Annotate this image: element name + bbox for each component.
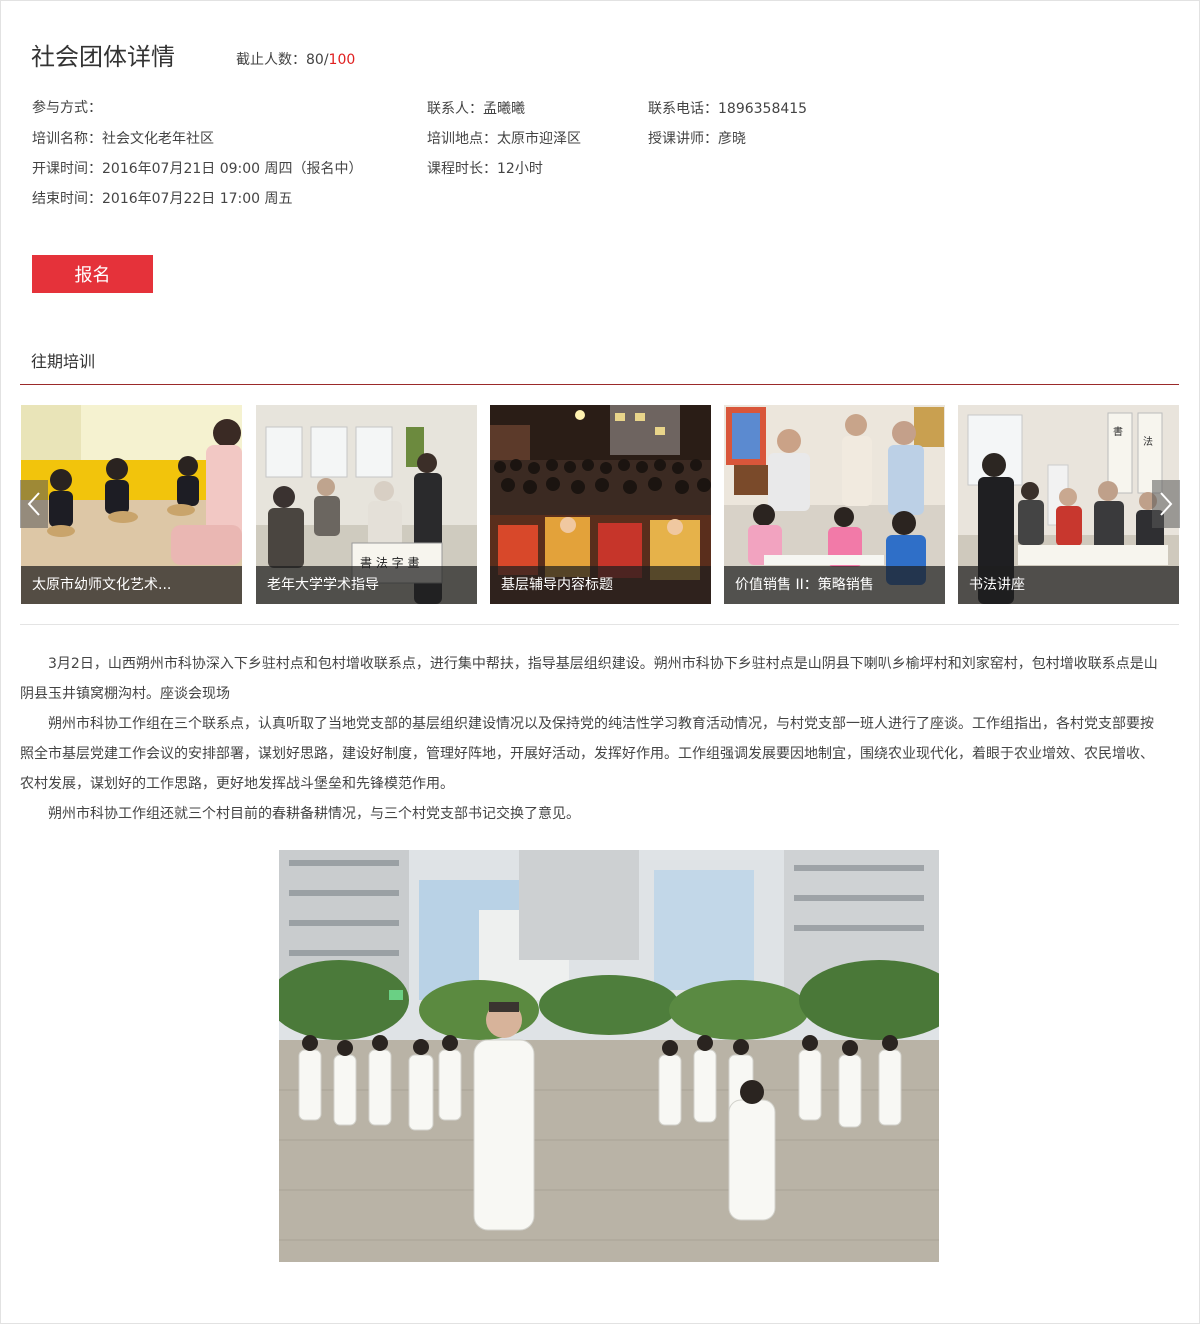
training-name: 培训名称：社会文化老年社区	[32, 131, 214, 147]
article-paragraph: 3月2日，山西朔州市科协深入下乡驻村点和包村增收联系点，进行集中帮扶，指导基层组…	[20, 656, 1158, 702]
training-card[interactable]: 書 法 字 畫 老年大学学术指导	[256, 405, 477, 604]
card-caption: 价值销售 II：策略销售	[724, 566, 945, 604]
end-time: 结束时间：2016年07月22日 17:00 周五	[32, 191, 293, 207]
participation-method: 参与方式：	[32, 100, 102, 116]
cutoff-label: 截止人数：80/	[236, 52, 329, 68]
start-time: 开课时间：2016年07月21日 09:00 周四（报名中）	[32, 161, 363, 177]
content-divider	[20, 624, 1179, 625]
past-training-title: 往期培训	[31, 352, 96, 371]
carousel-prev-button[interactable]	[20, 480, 48, 528]
contact-phone: 联系电话：1896358415	[648, 101, 808, 117]
page-frame: 社会团体详情 截止人数：80/100 参与方式： 培训名称：社会文化老年社区 开…	[0, 0, 1200, 1324]
card-caption: 老年大学学术指导	[256, 566, 477, 604]
instructor: 授课讲师：彦晓	[648, 131, 746, 147]
svg-text:法: 法	[1143, 435, 1153, 448]
cutoff-max: 100	[328, 52, 356, 68]
signup-button[interactable]: 报名	[32, 255, 153, 293]
svg-text:書: 書	[1113, 425, 1123, 438]
section-divider	[20, 384, 1179, 385]
card-caption: 书法讲座	[958, 566, 1179, 604]
card-caption: 基层辅导内容标题	[490, 566, 711, 604]
training-card[interactable]: 太原市幼师文化艺术...	[21, 405, 242, 604]
chevron-left-icon	[27, 492, 40, 516]
cutoff-count: 截止人数：80/100	[236, 49, 355, 69]
contact-person: 联系人：孟曦曦	[427, 101, 525, 117]
chevron-right-icon	[1160, 492, 1173, 516]
carousel-next-button[interactable]	[1152, 480, 1180, 528]
article-paragraph: 朔州市科协工作组还就三个村目前的春耕备耕情况，与三个村党支部书记交换了意见。	[48, 806, 580, 822]
article-paragraph: 朔州市科协工作组在三个联系点，认真听取了当地党支部的基层组织建设情况以及保持党的…	[20, 716, 1154, 792]
article-photo	[279, 850, 939, 1262]
article-body: 3月2日，山西朔州市科协深入下乡驻村点和包村增收联系点，进行集中帮扶，指导基层组…	[20, 649, 1167, 829]
page-title: 社会团体详情	[31, 43, 175, 71]
course-duration: 课程时长：12小时	[427, 161, 543, 177]
card-caption: 太原市幼师文化艺术...	[21, 566, 242, 604]
training-card[interactable]: 書 法 书法讲座	[958, 405, 1179, 604]
training-location: 培训地点：太原市迎泽区	[427, 131, 581, 147]
training-card[interactable]: 基层辅导内容标题	[490, 405, 711, 604]
past-training-carousel: 太原市幼师文化艺术... 書 法 字 畫 老年大学学术指导 基层辅导内容标题 价…	[20, 405, 1180, 605]
training-card[interactable]: 价值销售 II：策略销售	[724, 405, 945, 604]
